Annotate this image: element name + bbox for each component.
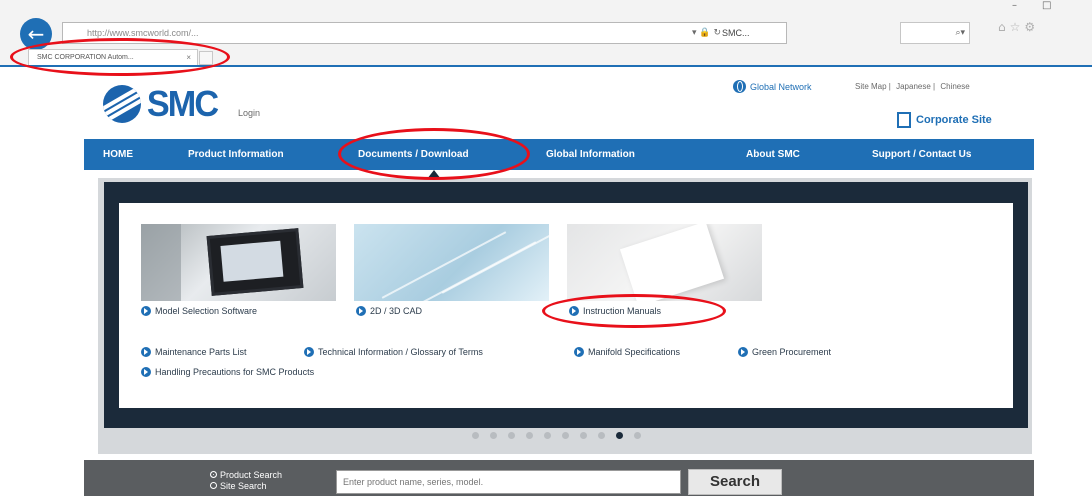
link-label: Green Procurement xyxy=(752,347,832,357)
site-map-link[interactable]: Site Map | xyxy=(855,82,891,91)
radio-label: Product Search xyxy=(220,469,283,480)
link-2d-3d-cad[interactable]: 2D / 3D CAD xyxy=(356,306,422,316)
radio-product-search[interactable]: Product Search xyxy=(210,469,282,480)
nav-global-information[interactable]: Global Information xyxy=(546,139,635,170)
smc-logo[interactable]: SMC xyxy=(103,83,219,124)
arrow-bullet-icon xyxy=(356,306,366,316)
pager-dot[interactable] xyxy=(598,432,605,439)
corporate-site-link[interactable]: Corporate Site xyxy=(897,112,992,128)
carousel-pager xyxy=(472,432,652,439)
radio-site-search[interactable]: Site Search xyxy=(210,480,282,491)
nav-support-contact[interactable]: Support / Contact Us xyxy=(872,139,971,170)
login-link[interactable]: Login xyxy=(238,108,260,118)
link-maintenance-parts-list[interactable]: Maintenance Parts List xyxy=(141,347,247,357)
pager-dot[interactable] xyxy=(616,432,623,439)
maximize-icon[interactable]: □ xyxy=(1042,0,1051,11)
pager-dot[interactable] xyxy=(580,432,587,439)
pager-dot[interactable] xyxy=(490,432,497,439)
smc-emblem-icon xyxy=(103,85,141,123)
japanese-link[interactable]: Japanese | xyxy=(896,82,935,91)
corporate-site-icon xyxy=(897,112,911,128)
cad-thumbnail[interactable] xyxy=(354,224,549,301)
address-page-title: SMC... xyxy=(722,28,750,38)
nav-about-smc[interactable]: About SMC xyxy=(746,139,800,170)
pager-dot[interactable] xyxy=(562,432,569,439)
model-selection-thumbnail[interactable] xyxy=(141,224,336,301)
toolbar-icons[interactable]: ⌂☆⚙ xyxy=(998,20,1039,34)
link-label: Maintenance Parts List xyxy=(155,347,247,357)
browser-search-box[interactable]: ⌕▾ xyxy=(900,22,970,44)
address-tools[interactable]: ▾ 🔒 ↻ xyxy=(692,22,721,44)
annotation-ellipse-instruction-manuals xyxy=(542,294,726,328)
arrow-bullet-icon xyxy=(141,367,151,377)
arrow-bullet-icon xyxy=(141,347,151,357)
nav-product-information[interactable]: Product Information xyxy=(188,139,284,170)
link-label: Technical Information / Glossary of Term… xyxy=(318,347,483,357)
link-model-selection-software[interactable]: Model Selection Software xyxy=(141,306,257,316)
pager-dot[interactable] xyxy=(472,432,479,439)
instruction-manuals-thumbnail[interactable] xyxy=(567,224,762,301)
address-url: http://www.smcworld.com/... xyxy=(87,28,199,38)
chinese-link[interactable]: Chinese xyxy=(940,82,969,91)
nav-home[interactable]: HOME xyxy=(103,139,133,170)
arrow-bullet-icon xyxy=(304,347,314,357)
link-label: Model Selection Software xyxy=(155,306,258,316)
arrow-bullet-icon xyxy=(141,306,151,316)
annotation-ellipse-tab xyxy=(10,38,230,76)
top-links: Site Map | Japanese | Chinese xyxy=(855,82,973,91)
arrow-bullet-icon xyxy=(574,347,584,357)
search-button[interactable]: Search xyxy=(688,469,782,495)
corporate-site-label: Corporate Site xyxy=(916,114,992,126)
radio-unselected-icon xyxy=(210,482,217,489)
main-nav: HOME Product Information Documents / Dow… xyxy=(84,139,1034,170)
link-handling-precautions[interactable]: Handling Precautions for SMC Products xyxy=(141,367,314,377)
annotation-ellipse-documents xyxy=(338,128,530,180)
global-network-label: Global Network xyxy=(750,81,812,92)
logo-text: SMC xyxy=(146,83,219,124)
link-green-procurement[interactable]: Green Procurement xyxy=(738,347,831,357)
link-technical-information[interactable]: Technical Information / Glossary of Term… xyxy=(304,347,483,357)
link-manifold-specifications[interactable]: Manifold Specifications xyxy=(574,347,680,357)
link-label: Manifold Specifications xyxy=(588,347,681,357)
global-network-link[interactable]: Global Network xyxy=(733,80,812,93)
search-type-group: Product Search Site Search xyxy=(210,469,282,491)
pager-dot[interactable] xyxy=(508,432,515,439)
pager-dot[interactable] xyxy=(634,432,641,439)
globe-icon xyxy=(733,80,746,93)
arrow-bullet-icon xyxy=(738,347,748,357)
pager-dot[interactable] xyxy=(526,432,533,439)
radio-selected-icon xyxy=(210,471,217,478)
link-label: 2D / 3D CAD xyxy=(370,306,423,316)
link-label: Handling Precautions for SMC Products xyxy=(155,367,315,377)
minimize-icon[interactable]: – xyxy=(1012,0,1017,11)
radio-label: Site Search xyxy=(220,480,267,491)
product-search-input[interactable] xyxy=(336,470,681,494)
pager-dot[interactable] xyxy=(544,432,551,439)
